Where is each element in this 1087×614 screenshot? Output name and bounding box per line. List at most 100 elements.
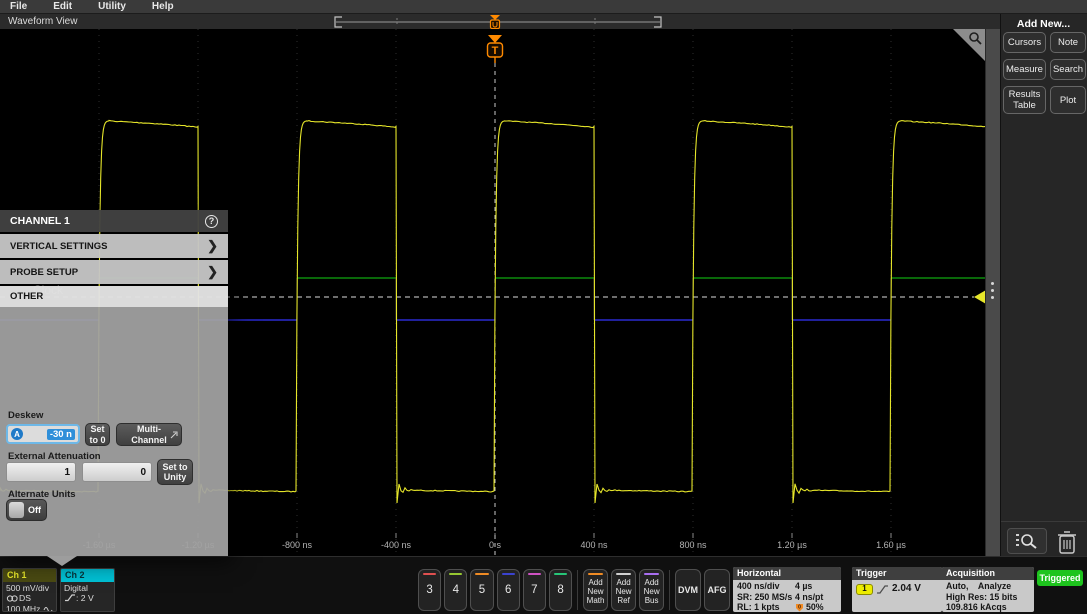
channel-number: 7 — [531, 584, 537, 596]
channel-color-stripe — [528, 573, 541, 576]
acquisition-overview-ruler[interactable] — [330, 14, 670, 29]
dialog-section-probe-setup[interactable]: PROBE SETUP❯ — [0, 260, 228, 284]
right-panel-separator — [1001, 521, 1086, 522]
trash-icon[interactable] — [1054, 529, 1080, 555]
ch1-scale: 500 mV/div — [6, 583, 53, 593]
channel-number: 5 — [479, 584, 485, 596]
channel-2-badge[interactable]: Ch 2 Digital : 2 V — [60, 568, 115, 612]
trigger-position-marker-icon[interactable]: T — [488, 35, 503, 63]
rising-edge-icon — [876, 583, 889, 595]
menu-edit[interactable]: Edit — [53, 1, 72, 12]
expand-arrow-icon — [170, 431, 178, 439]
alternate-units-toggle[interactable]: Off — [6, 499, 47, 521]
trigger-panel[interactable]: Trigger 1 2.04 V — [852, 567, 942, 612]
acquisition-panel[interactable]: Acquisition Auto, Analyze High Res: 15 b… — [942, 567, 1034, 612]
help-icon[interactable]: ? — [205, 215, 218, 228]
horizontal-panel[interactable]: Horizontal 400 ns/div4 µsSR: 250 MS/s4 n… — [733, 567, 841, 612]
trigger-level-arrow-icon[interactable] — [974, 290, 985, 304]
add-new-results-table-button[interactable]: Results Table — [1003, 86, 1046, 114]
channel-number: 3 — [426, 584, 432, 596]
digital-channel-6-button[interactable]: 6 — [497, 569, 520, 611]
toggle-state: Off — [28, 505, 41, 515]
digital-channel-4-button[interactable]: 4 — [444, 569, 467, 611]
dvm-button[interactable]: DVM — [675, 569, 701, 611]
deskew-input[interactable]: A -30 n — [6, 424, 80, 444]
horizontal-row: SR: 250 MS/s4 ns/pt — [737, 592, 837, 603]
add-new-note-button[interactable]: Note — [1050, 32, 1086, 53]
waveform-view-title: Waveform View — [8, 16, 77, 27]
afg-button[interactable]: AFG — [704, 569, 730, 611]
deskew-value: -30 n — [47, 429, 75, 440]
magnifier-icon — [967, 31, 983, 47]
chevron-right-icon: ❯ — [207, 241, 218, 251]
x-axis-label: 1.60 µs — [876, 540, 906, 550]
add-new-title: Add New... — [1000, 18, 1087, 30]
button-label: Add New Math — [587, 578, 605, 606]
expansion-point-marker-icon — [490, 15, 500, 29]
horizontal-row: 400 ns/div4 µs — [737, 581, 837, 592]
add-new-search-button[interactable]: Search — [1050, 59, 1086, 80]
bandwidth-icon — [43, 606, 53, 612]
triggered-status-badge: Triggered — [1037, 570, 1083, 586]
color-stripe — [644, 573, 659, 576]
section-label: PROBE SETUP — [10, 267, 78, 278]
channel-1-badge[interactable]: Ch 1 500 mV/div DS 100 MHz — [2, 568, 57, 612]
add-new-plot-button[interactable]: Plot — [1050, 86, 1086, 114]
digital-channel-5-button[interactable]: 5 — [470, 569, 493, 611]
channel-2-badge-header: Ch 2 — [61, 569, 114, 582]
attenuation-input-1[interactable]: 1 — [6, 462, 76, 482]
menu-help[interactable]: Help — [152, 1, 174, 12]
toggle-knob — [9, 502, 24, 518]
digital-channel-3-button[interactable]: 3 — [418, 569, 441, 611]
add-new-measure-button[interactable]: Measure — [1003, 59, 1046, 80]
set-to-unity-button[interactable]: Set to Unity — [157, 459, 193, 485]
channel-1-dialog: CHANNEL 1 ? VERTICAL SETTINGS ❯ PROBE SETU… — [0, 210, 228, 556]
acquisition-panel-body: Auto, Analyze High Res: 15 bits 109.816 … — [942, 580, 1034, 612]
x-axis-label: -400 ns — [381, 540, 412, 550]
acquisition-resolution: High Res: 15 bits — [946, 592, 1030, 603]
set-to-zero-button[interactable]: Set to 0 — [85, 423, 110, 446]
section-label: VERTICAL SETTINGS — [10, 241, 107, 252]
channel-number: 4 — [453, 584, 459, 596]
add-new-math-button[interactable]: Add New Math — [583, 569, 608, 611]
ch2-threshold: : 2 V — [76, 593, 94, 603]
deskew-label: Deskew — [8, 410, 43, 421]
menu-file[interactable]: File — [10, 1, 27, 12]
color-stripe — [588, 573, 603, 576]
external-attenuation-label: External Attenuation — [8, 451, 101, 462]
dialog-section-other[interactable]: OTHER — [0, 286, 228, 307]
ch1-bandwidth: 100 MHz — [6, 604, 40, 612]
drag-dots-icon — [991, 282, 994, 299]
dialog-section-vertical-settings[interactable]: VERTICAL SETTINGS ❯ — [0, 234, 228, 258]
knob-a-icon: A — [11, 428, 23, 440]
horizontal-panel-body: 400 ns/div4 µsSR: 250 MS/s4 ns/ptRL: 1 k… — [733, 580, 841, 612]
dialog-callout-tail — [47, 556, 77, 566]
ch2-mode: Digital — [64, 583, 111, 593]
channel-number: 6 — [505, 584, 511, 596]
trigger-level-value: 2.04 V — [892, 583, 921, 595]
digital-channel-8-button[interactable]: 8 — [549, 569, 572, 611]
channel-color-stripe — [475, 573, 488, 576]
section-label: OTHER — [10, 291, 43, 302]
attenuation-input-2[interactable]: 0 — [82, 462, 152, 482]
trigger-panel-title: Trigger — [852, 567, 942, 580]
horizontal-panel-title: Horizontal — [733, 567, 841, 580]
dialog-header[interactable]: CHANNEL 1 ? — [0, 210, 228, 232]
menu-utility[interactable]: Utility — [98, 1, 126, 12]
channel-color-stripe — [554, 573, 567, 576]
svg-text:T: T — [492, 45, 499, 57]
x-axis-label: 400 ns — [580, 540, 608, 550]
add-new-cursors-button[interactable]: Cursors — [1003, 32, 1046, 53]
multi-channel-button[interactable]: Multi- Channel — [116, 423, 182, 446]
zoom-list-icon — [1014, 532, 1040, 550]
digital-channel-7-button[interactable]: 7 — [523, 569, 546, 611]
add-new-ref-button[interactable]: Add New Ref — [611, 569, 636, 611]
channel-number: 8 — [557, 584, 563, 596]
channel-color-stripe — [423, 573, 436, 576]
panel-divider-handle[interactable] — [985, 29, 1000, 556]
x-axis-label: -800 ns — [282, 540, 313, 550]
bottom-button-group: 3 4 5 6 7 8 Add New Math Add New RefAdd New Bus… — [418, 567, 730, 612]
zoom-tool-button[interactable] — [1007, 528, 1047, 554]
add-new-bus-button[interactable]: Add New Bus — [639, 569, 664, 611]
x-axis-label: 1.20 µs — [777, 540, 807, 550]
